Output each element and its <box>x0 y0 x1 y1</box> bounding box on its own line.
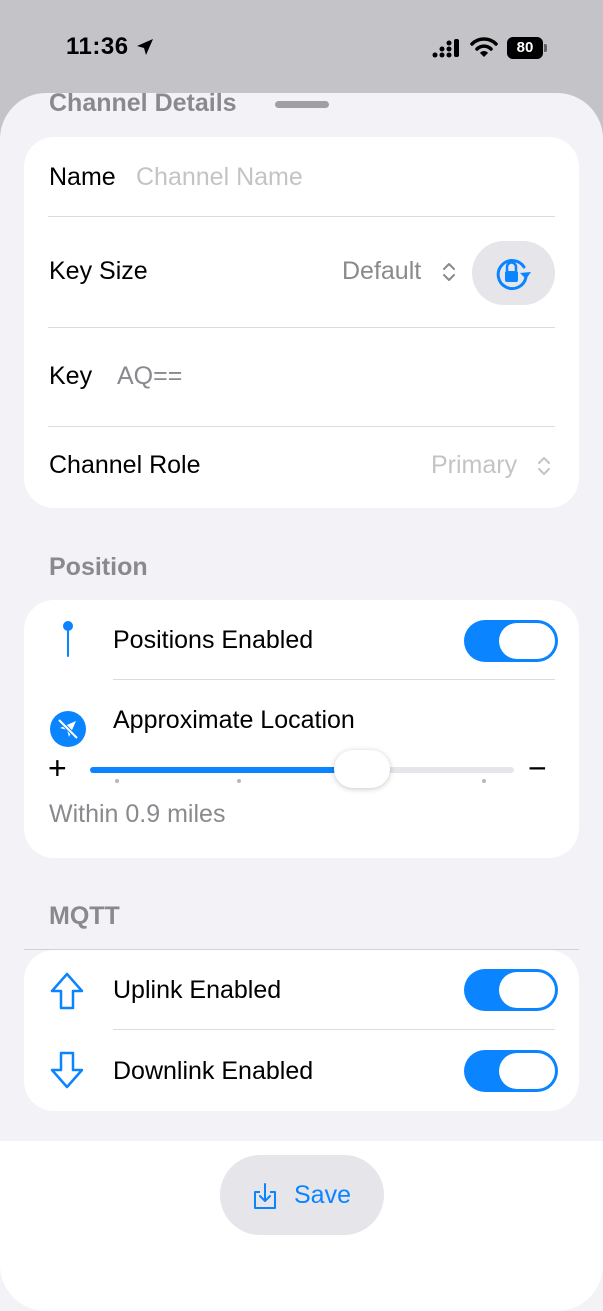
divider <box>113 1029 555 1030</box>
channel-role-select[interactable]: Primary <box>431 451 517 480</box>
battery-icon: 80 <box>507 37 543 59</box>
pin-icon <box>63 621 73 657</box>
name-input[interactable]: Channel Name <box>136 163 303 192</box>
mqtt-header: MQTT <box>49 902 120 930</box>
key-input[interactable]: AQ== <box>117 362 182 391</box>
toggle-knob <box>499 1053 555 1089</box>
chevron-up-down-icon <box>443 263 455 281</box>
channel-role-row[interactable]: Channel Role Primary <box>24 427 579 508</box>
sheet-grabber[interactable] <box>275 101 329 108</box>
battery-nub <box>544 44 547 52</box>
divider <box>113 679 555 680</box>
downlink-enabled-label: Downlink Enabled <box>113 1057 314 1085</box>
bottom-bar: Save <box>0 1141 603 1311</box>
save-tray-icon <box>254 1183 276 1209</box>
location-arrow-icon <box>137 39 153 55</box>
slider-tick <box>237 779 241 783</box>
plus-symbol[interactable]: + <box>48 750 67 787</box>
uplink-enabled-label: Uplink Enabled <box>113 976 282 1004</box>
regenerate-key-button[interactable] <box>472 241 555 305</box>
uplink-enabled-toggle[interactable] <box>464 969 558 1011</box>
save-button[interactable]: Save <box>220 1155 384 1235</box>
downlink-enabled-toggle[interactable] <box>464 1050 558 1092</box>
key-row[interactable]: Key AQ== <box>24 328 579 427</box>
position-card: Positions Enabled Approximate Location +… <box>24 600 579 858</box>
key-label: Key <box>49 362 93 390</box>
channel-role-label: Channel Role <box>49 451 201 479</box>
precision-slider[interactable] <box>90 750 514 788</box>
chevron-up-down-icon <box>538 457 550 475</box>
slider-fill <box>90 767 354 773</box>
slider-thumb[interactable] <box>334 750 390 788</box>
key-size-row[interactable]: Key Size Default <box>24 217 579 327</box>
slider-tick <box>115 779 119 783</box>
save-label: Save <box>294 1181 351 1209</box>
cellular-icon <box>432 39 459 58</box>
status-time: 11:36 <box>66 33 129 60</box>
channel-card: Name Channel Name Key Size Default Key A… <box>24 137 579 508</box>
position-header: Position <box>49 553 148 581</box>
key-size-select[interactable]: Default <box>342 257 421 286</box>
name-row[interactable]: Name Channel Name <box>24 137 579 217</box>
status-bar: 11:36 80 <box>0 0 603 92</box>
key-size-label: Key Size <box>49 257 148 285</box>
precision-text: Within 0.9 miles <box>49 800 226 828</box>
lock-rotate-icon <box>496 259 531 291</box>
approximate-location-label: Approximate Location <box>113 706 355 734</box>
arrow-up-icon <box>50 972 84 1010</box>
channel-details-sheet: Channel Details Name Channel Name Key Si… <box>0 93 603 1311</box>
name-label: Name <box>49 163 116 191</box>
wifi-icon <box>470 37 498 57</box>
arrow-down-icon <box>50 1051 84 1089</box>
toggle-knob <box>499 623 555 659</box>
toggle-knob <box>499 972 555 1008</box>
slider-tick <box>482 779 486 783</box>
positions-enabled-toggle[interactable] <box>464 620 558 662</box>
sheet-title: Channel Details <box>49 93 237 117</box>
location-slash-icon <box>50 711 86 747</box>
positions-enabled-label: Positions Enabled <box>113 626 314 654</box>
minus-symbol[interactable]: − <box>528 750 547 787</box>
mqtt-card: Uplink Enabled Downlink Enabled <box>24 950 579 1111</box>
